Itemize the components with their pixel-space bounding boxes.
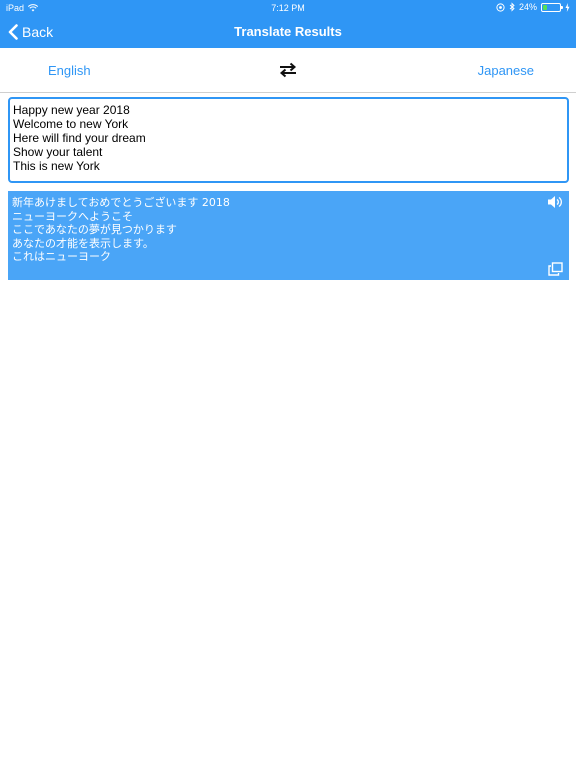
location-icon bbox=[496, 2, 505, 12]
swap-arrows-icon[interactable] bbox=[279, 62, 297, 78]
output-line: 新年あけましておめでとうございます 2018 bbox=[12, 196, 230, 209]
output-line: あなたの才能を表示します。 bbox=[12, 236, 154, 250]
input-line: Welcome to new York bbox=[13, 117, 129, 131]
top-bar: iPad 7:12 PM 24% Back Translate Results bbox=[0, 0, 576, 48]
input-line: Happy new year 2018 bbox=[13, 103, 130, 117]
source-text-input[interactable]: Happy new year 2018 Welcome to new York … bbox=[8, 97, 569, 183]
language-selector: English Japanese bbox=[0, 48, 576, 93]
battery-icon bbox=[541, 2, 563, 12]
source-language-button[interactable]: English bbox=[48, 63, 91, 78]
bluetooth-icon bbox=[509, 2, 515, 12]
copy-icon[interactable] bbox=[548, 262, 563, 276]
charging-icon bbox=[565, 2, 570, 12]
output-line: ニューヨークへようこそ bbox=[12, 209, 133, 223]
status-right: 24% bbox=[496, 2, 570, 12]
input-line: This is new York bbox=[13, 159, 100, 173]
output-line: これはニューヨーク bbox=[12, 250, 111, 263]
input-line: Show your talent bbox=[13, 145, 103, 159]
target-language-button[interactable]: Japanese bbox=[478, 63, 534, 78]
translation-output: 新年あけましておめでとうございます 2018 ニューヨークへようこそ ここであな… bbox=[8, 191, 569, 280]
page-title: Translate Results bbox=[234, 24, 342, 39]
battery-level-fill bbox=[543, 4, 547, 10]
output-line: ここであなたの夢が見つかります bbox=[12, 223, 177, 236]
speaker-icon[interactable] bbox=[547, 195, 563, 209]
status-bar: iPad 7:12 PM 24% bbox=[0, 0, 576, 16]
status-time: 7:12 PM bbox=[271, 3, 305, 13]
nav-bar: Back Translate Results bbox=[0, 16, 576, 48]
input-line: Here will find your dream bbox=[13, 131, 146, 145]
battery-percent: 24% bbox=[518, 2, 537, 12]
